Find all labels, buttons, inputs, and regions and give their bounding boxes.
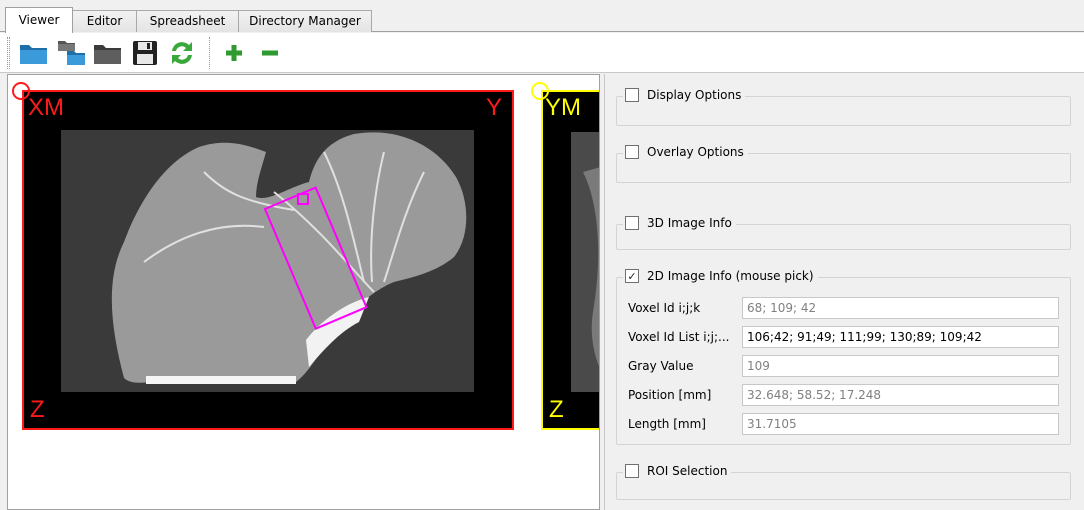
image2d-info-toggle[interactable]: ✓ 2D Image Info (mouse pick) xyxy=(623,269,818,283)
group-label: 2D Image Info (mouse pick) xyxy=(647,269,814,283)
voxel-id-field[interactable]: 68; 109; 42 xyxy=(742,297,1059,319)
overlay-label-bottom-left: Z xyxy=(549,396,564,423)
voxel-id-list-field[interactable]: 106;42; 91;49; 111;99; 130;89; 109;42 xyxy=(742,326,1059,348)
checkbox-icon[interactable] xyxy=(625,145,639,159)
image3d-info-toggle[interactable]: 3D Image Info xyxy=(623,216,736,230)
open-series-button[interactable] xyxy=(55,37,87,69)
open-folder-icon xyxy=(20,45,47,64)
gray-value-field[interactable]: 109 xyxy=(742,355,1059,377)
ct-slice-image xyxy=(61,130,474,392)
voxel-id-label: Voxel Id i;j;k xyxy=(628,301,701,315)
image-viewer[interactable]: XM Y Z YM Z xyxy=(7,74,600,510)
overlay-options-toggle[interactable]: Overlay Options xyxy=(623,145,748,159)
toolbar xyxy=(0,33,1084,73)
group-label: Overlay Options xyxy=(647,145,744,159)
refresh-icon xyxy=(172,42,192,64)
image3d-info-group: 3D Image Info xyxy=(616,216,1071,250)
position-label: Position [mm] xyxy=(628,388,712,402)
add-button[interactable] xyxy=(218,37,250,69)
gray-value-label: Gray Value xyxy=(628,359,694,373)
display-options-toggle[interactable]: Display Options xyxy=(623,88,746,102)
checkmark-icon[interactable]: ✓ xyxy=(625,269,639,283)
close-file-button[interactable] xyxy=(92,37,124,69)
length-row: Length [mm] 31.7105 xyxy=(628,413,1059,435)
group-label: ROI Selection xyxy=(647,464,728,478)
ct-slice-image-ym xyxy=(571,132,599,392)
overlay-label-top-left: XM xyxy=(28,94,64,121)
remove-button[interactable] xyxy=(254,37,286,69)
slice-view-xm[interactable]: XM Y Z xyxy=(22,90,514,430)
gray-value-row: Gray Value 109 xyxy=(628,355,1059,377)
checkbox-icon[interactable] xyxy=(625,464,639,478)
length-label: Length [mm] xyxy=(628,417,706,431)
close-folder-icon xyxy=(94,45,121,64)
tab-viewer[interactable]: Viewer xyxy=(5,7,73,33)
group-label: Display Options xyxy=(647,88,742,102)
checkbox-icon[interactable] xyxy=(625,216,639,230)
voxel-id-list-label: Voxel Id List i;j;... xyxy=(628,330,730,344)
save-icon xyxy=(133,41,157,65)
length-field[interactable]: 31.7105 xyxy=(742,413,1059,435)
position-field[interactable]: 32.648; 58.52; 17.248 xyxy=(742,384,1059,406)
overlay-options-group: Overlay Options xyxy=(616,145,1071,183)
slice-view-ym[interactable]: YM Z xyxy=(541,90,599,430)
voxel-id-list-row: Voxel Id List i;j;... 106;42; 91;49; 111… xyxy=(628,326,1059,348)
refresh-button[interactable] xyxy=(166,37,198,69)
tab-directory-manager[interactable]: Directory Manager xyxy=(238,10,372,32)
overlay-label-bottom-left: Z xyxy=(30,396,45,423)
checkbox-icon[interactable] xyxy=(625,88,639,102)
slice-xm-corner-marker[interactable] xyxy=(12,82,30,100)
overlay-label-top-left: YM xyxy=(545,94,581,121)
group-label: 3D Image Info xyxy=(647,216,732,230)
image2d-info-group: ✓ 2D Image Info (mouse pick) Voxel Id i;… xyxy=(616,269,1071,445)
tab-editor[interactable]: Editor xyxy=(72,10,137,32)
tab-bar: Viewer Editor Spreadsheet Directory Mana… xyxy=(0,0,1084,33)
open-series-icon xyxy=(58,41,85,65)
toolbar-grip xyxy=(7,37,10,69)
position-row: Position [mm] 32.648; 58.52; 17.248 xyxy=(628,384,1059,406)
slice-ym-corner-marker[interactable] xyxy=(531,82,549,100)
open-file-button[interactable] xyxy=(18,37,50,69)
roi-selection-toggle[interactable]: ROI Selection xyxy=(623,464,732,478)
overlay-label-top-right: Y xyxy=(485,94,502,121)
minus-icon xyxy=(262,50,278,56)
plus-icon xyxy=(226,45,242,61)
toolbar-separator xyxy=(209,37,210,69)
voxel-id-row: Voxel Id i;j;k 68; 109; 42 xyxy=(628,297,1059,319)
tab-spreadsheet[interactable]: Spreadsheet xyxy=(136,10,239,32)
options-panel: Display Options Overlay Options 3D Image… xyxy=(604,74,1084,510)
save-button[interactable] xyxy=(129,37,161,69)
display-options-group: Display Options xyxy=(616,88,1071,126)
roi-selection-group: ROI Selection xyxy=(616,464,1071,500)
